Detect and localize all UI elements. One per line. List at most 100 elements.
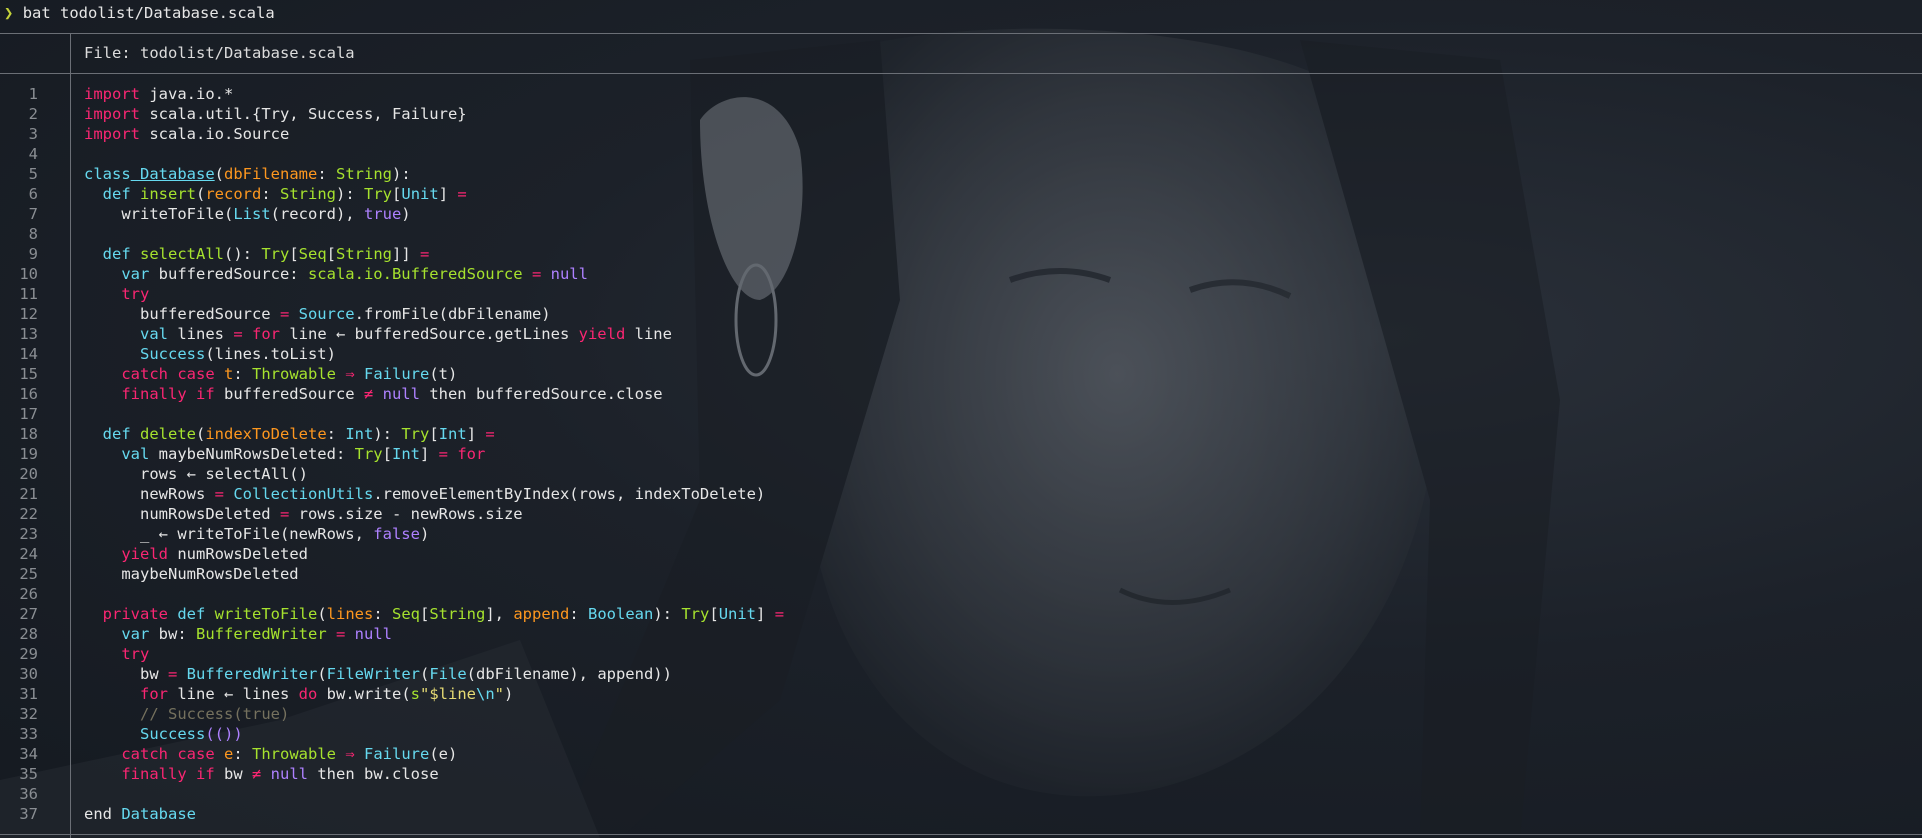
- code-token: ):: [392, 165, 411, 183]
- code-token: ],: [485, 605, 514, 623]
- code-line: 29 try: [0, 644, 1922, 664]
- code-token: FileWriter: [326, 665, 420, 683]
- command-line: ❯ bat todolist/Database.scala: [0, 2, 275, 24]
- line-number: 11: [19, 285, 38, 303]
- code-view[interactable]: 1 import java.io.* 2 import scala.util.{Try…: [0, 84, 1922, 824]
- line-number: 34: [19, 745, 38, 763]
- code-token: :: [261, 185, 281, 203]
- code-token: (: [317, 605, 327, 623]
- code-token: Unit: [401, 185, 439, 203]
- code-token: ⇒: [336, 745, 355, 763]
- code-token: def: [102, 245, 131, 263]
- code-token: line ← lines: [168, 685, 299, 703]
- line-number: 29: [19, 645, 38, 663]
- code-token: ]: [419, 445, 439, 463]
- code-token: Database: [121, 805, 196, 823]
- code-token: (: [196, 185, 206, 203]
- line-number: 22: [19, 505, 38, 523]
- code-token: (e): [429, 745, 458, 763]
- code-token: s: [410, 685, 420, 703]
- code-token: var: [121, 625, 150, 643]
- header-gutter-separator: [70, 33, 71, 73]
- line-number: 12: [19, 305, 38, 323]
- line-source: bw = BufferedWriter(FileWriter(File(dbFi…: [84, 664, 672, 684]
- line-source: catch case t: Throwable ⇒ Failure(t): [84, 364, 457, 384]
- code-line: 30 bw = BufferedWriter(FileWriter(File(d…: [0, 664, 1922, 684]
- code-token: File: [429, 665, 467, 683]
- code-token: String: [429, 605, 486, 623]
- code-token: (: [317, 665, 327, 683]
- code-token: ): [419, 525, 430, 543]
- line-number: 26: [19, 585, 38, 603]
- line-number: 17: [19, 405, 38, 423]
- code-token: then bw.close: [308, 765, 439, 783]
- code-token: null: [541, 265, 588, 283]
- code-token: java.io.*: [140, 85, 234, 103]
- terminal-window[interactable]: ❯ bat todolist/Database.scala File: todo…: [0, 0, 1922, 838]
- code-line: 33 Success(()): [0, 724, 1922, 744]
- code-token: bufferedSource: [84, 305, 280, 323]
- code-token: .fromFile(dbFilename): [354, 305, 551, 323]
- code-token: lines: [326, 605, 374, 623]
- code-token: import: [84, 105, 140, 123]
- code-token: true: [363, 205, 402, 223]
- code-token: [: [709, 605, 719, 623]
- code-line: 17: [0, 404, 1922, 424]
- code-token: scala.io.BufferedSource: [307, 265, 523, 283]
- code-token: [: [382, 445, 392, 463]
- code-token: _ ← writeToFile(newRows,: [84, 525, 374, 543]
- line-number: 28: [19, 625, 38, 643]
- code-line: 21 newRows = CollectionUtils.removeEleme…: [0, 484, 1922, 504]
- line-number: 23: [19, 525, 38, 543]
- line-source: var bufferedSource: scala.io.BufferedSou…: [84, 264, 588, 284]
- code-token: bw: [214, 765, 252, 783]
- code-token: =: [279, 505, 290, 523]
- code-token: Try: [681, 605, 710, 623]
- code-token: yield: [121, 545, 168, 563]
- code-token: Success: [140, 725, 206, 743]
- line-number: 24: [19, 545, 38, 563]
- code-token: :: [569, 605, 589, 623]
- code-token: [: [420, 605, 430, 623]
- code-token: [: [289, 245, 299, 263]
- code-token: rows ← selectAll(): [84, 465, 308, 483]
- line-number: 27: [19, 605, 38, 623]
- code-line: 23 _ ← writeToFile(newRows, false): [0, 524, 1922, 544]
- code-token: =: [420, 245, 430, 263]
- line-source: yield numRowsDeleted: [84, 544, 308, 564]
- code-token: newRows: [84, 485, 215, 503]
- line-number: 25: [19, 565, 38, 583]
- line-number: 20: [19, 465, 38, 483]
- code-line: 16 finally if bufferedSource ≠ null then…: [0, 384, 1922, 404]
- code-token: class: [84, 165, 131, 183]
- code-token: scala.io.Source: [140, 125, 290, 143]
- code-token: insert: [130, 185, 196, 203]
- code-token: (dbFilename), append)): [466, 665, 672, 683]
- code-token: indexToDelete: [205, 425, 327, 443]
- line-number: 30: [19, 665, 38, 683]
- line-source: writeToFile(List(record), true): [84, 204, 410, 224]
- code-line: 24 yield numRowsDeleted: [0, 544, 1922, 564]
- code-line: 3 import scala.io.Source: [0, 124, 1922, 144]
- line-number: 37: [19, 805, 38, 823]
- code-token: Source: [289, 305, 355, 323]
- line-number: 1: [28, 85, 38, 103]
- line-number: 2: [28, 105, 38, 123]
- code-token: ): [504, 685, 514, 703]
- code-token: [: [429, 425, 439, 443]
- command-text: bat todolist/Database.scala: [22, 4, 275, 22]
- code-token: dbFilename: [224, 165, 318, 183]
- code-token: for: [448, 445, 486, 463]
- code-token: line: [625, 325, 672, 343]
- code-token: writeToFile: [205, 605, 318, 623]
- code-token: :: [233, 365, 252, 383]
- code-token: Int: [391, 445, 420, 463]
- code-token: =: [457, 185, 467, 203]
- code-token: bw.write(: [317, 685, 411, 703]
- code-token: catch case: [121, 745, 215, 763]
- code-token: :: [373, 605, 392, 623]
- code-token: try: [121, 285, 150, 303]
